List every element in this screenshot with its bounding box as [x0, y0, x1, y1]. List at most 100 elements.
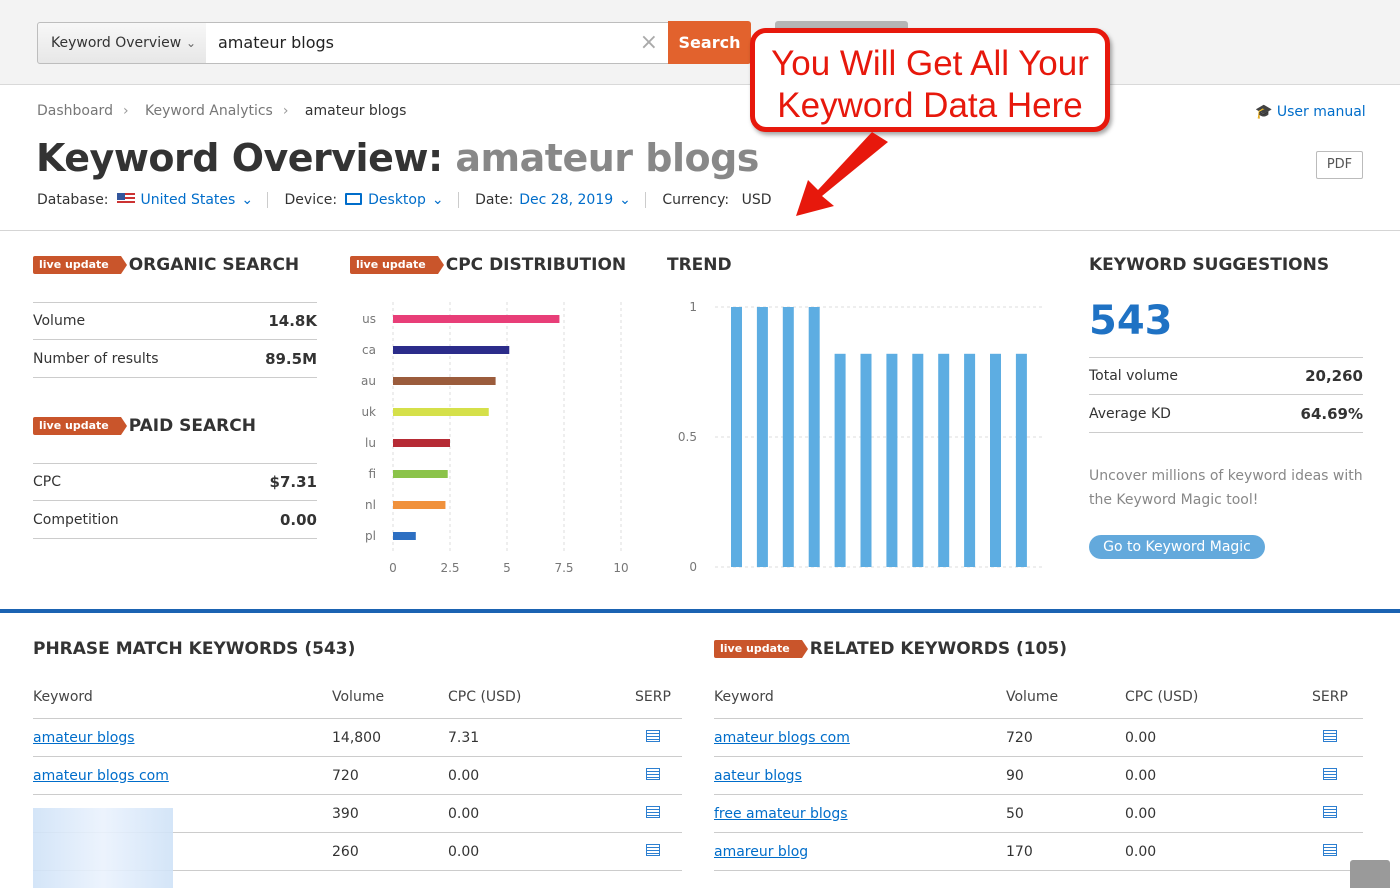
trend-title: TREND [667, 255, 732, 275]
related-keywords-label: RELATED KEYWORDS (105) [809, 639, 1068, 659]
suggestions-text: Uncover millions of keyword ideas with t… [1089, 468, 1363, 508]
user-manual-link[interactable]: 🎓 User manual [1255, 104, 1366, 120]
date-filter[interactable]: Date: Dec 28, 2019 ⌄ [475, 192, 646, 208]
col-keyword[interactable]: Keyword [714, 689, 1006, 705]
keyword-suggestions-title: KEYWORD SUGGESTIONS [1089, 255, 1330, 275]
device-filter[interactable]: Device: Desktop ⌄ [285, 192, 459, 208]
table-row: Competition 0.00 [33, 501, 317, 539]
suggestions-count[interactable]: 543 [1089, 298, 1173, 344]
keyword-magic-button[interactable]: Go to Keyword Magic [1089, 535, 1265, 559]
x-tick-label: 7.5 [554, 561, 573, 575]
col-serp: SERP [1312, 688, 1348, 705]
table-row: Number of results 89.5M [33, 340, 317, 378]
cpc-cell: 0.00 [1125, 767, 1157, 784]
category-label: uk [361, 405, 376, 419]
trend-bar [912, 353, 924, 567]
trend-bar [808, 307, 820, 567]
serp-icon[interactable] [646, 805, 660, 818]
cpc-cell: 0.00 [448, 805, 480, 822]
trend-bar [731, 307, 742, 567]
related-keywords-title: live update RELATED KEYWORDS (105) [714, 639, 1067, 659]
corner-widget-button[interactable] [1350, 860, 1390, 888]
cpc-cell: 0.00 [1125, 843, 1157, 860]
organic-search-label: ORGANIC SEARCH [128, 255, 300, 275]
col-volume[interactable]: Volume [1006, 689, 1125, 705]
row-value: 89.5M [265, 349, 317, 368]
volume-cell: 170 [1006, 843, 1033, 860]
search-button[interactable]: Search [668, 21, 751, 64]
cpc-cell: 7.31 [448, 729, 480, 746]
serp-icon[interactable] [1323, 767, 1337, 780]
breadcrumb-dashboard[interactable]: Dashboard [37, 103, 113, 119]
trend-bar [990, 353, 1001, 567]
pdf-button[interactable]: PDF [1316, 151, 1363, 179]
keyword-link[interactable]: amareur blog [714, 844, 808, 860]
serp-icon[interactable] [646, 843, 660, 856]
search-input[interactable]: amateur blogs × [206, 22, 669, 64]
category-label: fi [368, 467, 376, 481]
volume-cell: 14,800 [332, 729, 381, 746]
trend-bar [886, 353, 898, 567]
y-tick-label: 0 [689, 560, 697, 574]
trend-bar [938, 353, 950, 567]
serp-icon[interactable] [1323, 805, 1337, 818]
us-flag-icon [116, 193, 135, 205]
page-title-keyword: amateur blogs [455, 136, 759, 180]
category-label: ca [362, 343, 376, 357]
x-tick-label: 2.5 [440, 561, 459, 575]
cpc-bar [393, 439, 450, 447]
related-keywords-table: Keyword Volume CPC (USD) SERP amateur bl… [714, 675, 1363, 871]
cpc-bar [393, 377, 496, 385]
paid-search-table: CPC $7.31 Competition 0.00 [33, 463, 317, 539]
serp-icon[interactable] [646, 767, 660, 780]
col-cpc[interactable]: CPC (USD) [1125, 689, 1301, 705]
keyword-link[interactable]: amateur blogs com [714, 730, 850, 746]
chevron-down-icon: ⌄ [431, 192, 444, 208]
live-update-badge: live update [33, 417, 127, 435]
serp-icon[interactable] [646, 729, 660, 742]
keyword-link[interactable]: free amateur blogs [714, 806, 848, 822]
volume-cell: 90 [1006, 767, 1024, 784]
tool-select[interactable]: Keyword Overview ⌄ [37, 22, 207, 64]
col-cpc[interactable]: CPC (USD) [448, 689, 624, 705]
row-label: Competition [33, 511, 119, 528]
cpc-bar [393, 501, 446, 509]
trend-bar [834, 353, 846, 567]
keyword-link[interactable]: amateur blogs [33, 730, 135, 746]
callout-line-1: You Will Get All Your [771, 44, 1089, 83]
breadcrumb-current: amateur blogs [304, 103, 407, 119]
table-row: Average KD 64.69% [1089, 395, 1363, 433]
volume-cell: 50 [1006, 805, 1024, 822]
x-tick-label: 0 [389, 561, 397, 575]
keyword-link[interactable]: amateur blogs com [33, 768, 169, 784]
keyword-link[interactable]: aateur blogs [714, 768, 802, 784]
top-search-bar: Keyword Overview ⌄ amateur blogs × Searc… [0, 0, 1400, 85]
chevron-right-icon: › [282, 103, 289, 119]
y-tick-label: 1 [689, 300, 697, 314]
chevron-down-icon: ⌄ [185, 36, 196, 50]
clear-icon[interactable]: × [640, 23, 658, 63]
col-serp: SERP [635, 688, 671, 705]
annotation-callout: You Will Get All Your Keyword Data Here [750, 28, 1110, 132]
database-label: Database: [37, 192, 109, 208]
cpc-cell: 0.00 [448, 767, 480, 784]
serp-icon[interactable] [1323, 843, 1337, 856]
trend-bar [782, 307, 794, 567]
table-header: Keyword Volume CPC (USD) SERP [714, 675, 1363, 719]
col-keyword[interactable]: Keyword [33, 689, 332, 705]
database-filter[interactable]: Database: United States ⌄ [37, 192, 269, 208]
row-value: 14.8K [268, 312, 317, 330]
currency-filter: Currency: USD [662, 192, 785, 208]
table-row: amateur blogs com 720 0.00 [33, 757, 682, 795]
trend-bar [964, 353, 976, 567]
cpc-cell: 0.00 [448, 843, 480, 860]
category-label: nl [365, 498, 376, 512]
blurred-region [33, 808, 173, 888]
row-label: Average KD [1089, 405, 1171, 422]
col-volume[interactable]: Volume [332, 689, 448, 705]
table-header: Keyword Volume CPC (USD) SERP [33, 675, 682, 719]
breadcrumb-keyword-analytics[interactable]: Keyword Analytics [145, 103, 273, 119]
row-label: Total volume [1089, 368, 1179, 384]
serp-icon[interactable] [1323, 729, 1337, 742]
chevron-right-icon: › [122, 103, 129, 119]
